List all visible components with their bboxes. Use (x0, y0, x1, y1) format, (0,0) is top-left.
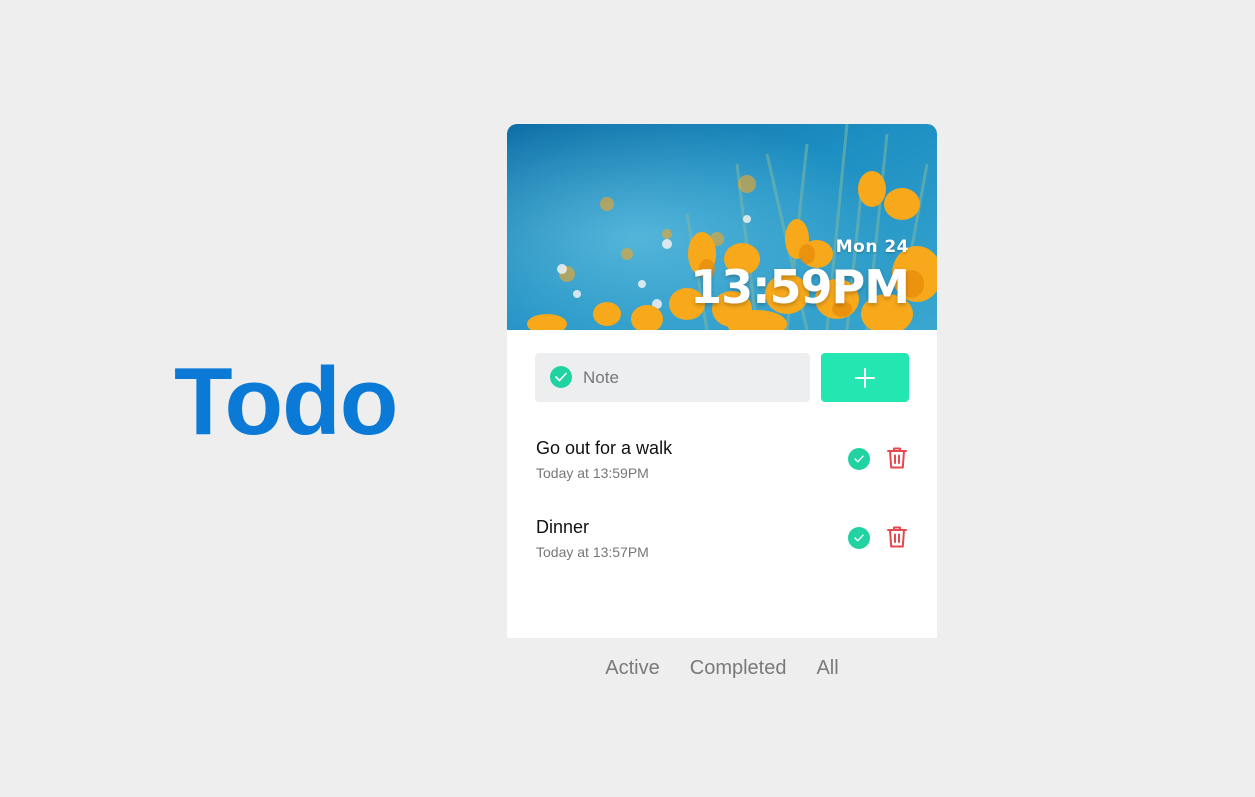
todo-title: Dinner (536, 517, 590, 537)
trash-icon (887, 447, 907, 469)
list-item: Go out for a walk Today at 13:59PM (535, 432, 909, 511)
filter-completed[interactable]: Completed (690, 657, 787, 680)
app-title: Todo (174, 348, 398, 455)
header-image: Mon 24 13:59PM (507, 124, 937, 330)
check-circle-icon (854, 455, 864, 463)
filter-active[interactable]: Active (605, 657, 659, 680)
todo-title: Go out for a walk (536, 438, 673, 458)
complete-button[interactable] (848, 448, 870, 470)
todo-list: Go out for a walk Today at 13:59PM Dinne… (535, 432, 909, 590)
note-input[interactable] (583, 353, 803, 402)
check-circle-icon (854, 534, 864, 542)
filter-all[interactable]: All (816, 657, 838, 680)
plus-icon (855, 368, 875, 388)
todo-card: Mon 24 13:59PM Go out for a walk Today a… (507, 124, 937, 638)
complete-button[interactable] (848, 527, 870, 549)
check-circle-icon (550, 366, 572, 388)
delete-button[interactable] (886, 525, 908, 549)
header-time: 13:59PM (690, 260, 910, 314)
list-item: Dinner Today at 13:57PM (535, 511, 909, 590)
new-note-row (535, 353, 909, 402)
header-date: Mon 24 (835, 237, 909, 257)
filter-bar: Active Completed All (507, 657, 937, 680)
add-todo-button[interactable] (821, 353, 909, 402)
note-field[interactable] (535, 353, 810, 402)
delete-button[interactable] (886, 446, 908, 470)
todo-timestamp: Today at 13:57PM (536, 544, 649, 560)
todo-timestamp: Today at 13:59PM (536, 465, 649, 481)
trash-icon (887, 526, 907, 548)
